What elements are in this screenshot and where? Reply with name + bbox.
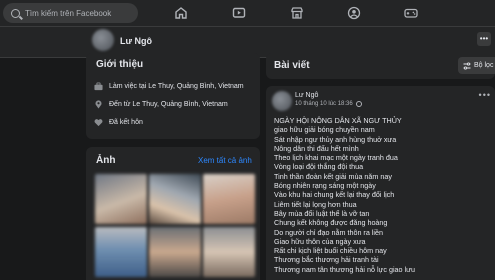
post-line: Thương nam tân thương hải nỗ lực giao lư… bbox=[274, 264, 415, 274]
photo-thumbnail[interactable] bbox=[95, 227, 147, 277]
post-line: Vào khu hai chung kết lại thay đổi lịch bbox=[274, 190, 395, 200]
posts-header-card: Bài viết Bộ lọc bbox=[266, 53, 495, 79]
post-author-avatar[interactable] bbox=[272, 91, 292, 111]
post-text: NGÀY HỘI NÔNG DÂN XÃ NGƯ THỦY giao hữu g… bbox=[274, 116, 489, 274]
intro-item-text: Đã kết hôn bbox=[109, 119, 143, 126]
briefcase-icon bbox=[94, 82, 103, 91]
post-line: Nông dân thi đấu hết mình bbox=[274, 143, 359, 153]
post-date-text: 10 tháng 10 lúc 18:36 bbox=[295, 101, 353, 107]
groups-icon[interactable] bbox=[346, 5, 362, 21]
search-icon bbox=[11, 8, 20, 18]
post-card: Lư Ngô 10 tháng 10 lúc 18:36 ••• NGÀY HỘ… bbox=[266, 86, 495, 280]
filter-icon bbox=[463, 61, 471, 70]
more-options-button[interactable]: ••• bbox=[477, 32, 491, 46]
photo-thumbnail[interactable] bbox=[95, 174, 147, 224]
post-more-options[interactable]: ••• bbox=[479, 90, 491, 100]
location-icon bbox=[95, 100, 102, 109]
filter-button[interactable]: Bộ lọc bbox=[458, 57, 495, 74]
post-line: giao hữu giải bóng chuyền nam bbox=[274, 125, 375, 135]
photos-title: Ảnh bbox=[96, 155, 116, 166]
globe-icon bbox=[355, 101, 362, 107]
intro-item-text: Đến từ Le Thuy, Quảng Bình, Vietnam bbox=[109, 101, 228, 108]
photo-thumbnail[interactable] bbox=[149, 227, 201, 277]
profile-avatar[interactable] bbox=[92, 29, 114, 51]
post-line: Giao hữu thôn của ngày xưa bbox=[274, 236, 366, 246]
heart-icon bbox=[94, 119, 103, 127]
posts-title: Bài viết bbox=[274, 60, 310, 71]
post-line: Liêm tiết lại lọng hơn thua bbox=[274, 199, 357, 209]
filter-label: Bộ lọc bbox=[474, 62, 494, 69]
intro-item-relationship: Đã kết hôn bbox=[94, 118, 143, 127]
post-line: Tinh thần đoàn kết giải mùa năm nay bbox=[274, 171, 393, 181]
intro-item-hometown: Đến từ Le Thuy, Quảng Bình, Vietnam bbox=[94, 100, 228, 109]
photo-thumbnail[interactable] bbox=[203, 227, 255, 277]
post-line: Theo lịch khai mạc một ngày tranh đua bbox=[274, 153, 398, 163]
post-line: Thương bắc thương hải tranh tài bbox=[274, 255, 379, 265]
post-line: Do người chỉ đạo nằm thôn ra liền bbox=[274, 227, 384, 237]
post-timestamp[interactable]: 10 tháng 10 lúc 18:36 bbox=[295, 101, 362, 107]
intro-item-work: Làm việc tại Le Thuy, Quảng Bình, Vietna… bbox=[94, 82, 244, 91]
intro-item-text: Làm việc tại Le Thuy, Quảng Bình, Vietna… bbox=[109, 83, 244, 90]
marketplace-icon[interactable] bbox=[289, 5, 305, 21]
home-icon[interactable] bbox=[173, 5, 189, 21]
post-line: Bây mùa đổi luật thể là vỡ tan bbox=[274, 208, 370, 218]
post-line: Bóng nhiên rạng sáng một ngày bbox=[274, 181, 376, 191]
intro-title: Giới thiệu bbox=[96, 59, 144, 70]
see-all-photos-link[interactable]: Xem tất cả ảnh bbox=[198, 156, 252, 165]
watch-icon[interactable] bbox=[231, 5, 247, 21]
post-author-name[interactable]: Lư Ngô bbox=[295, 92, 318, 99]
photos-card: Ảnh Xem tất cả ảnh bbox=[86, 147, 260, 280]
gaming-icon[interactable] bbox=[403, 5, 419, 21]
intro-card: Giới thiệu Làm việc tại Le Thuy, Quảng B… bbox=[86, 53, 260, 139]
post-line: NGÀY HỘI NÔNG DÂN XÃ NGƯ THỦY bbox=[274, 116, 402, 125]
post-line: Vòng loại đội thắng đội thua bbox=[274, 162, 364, 172]
profile-name[interactable]: Lư Ngô bbox=[120, 36, 152, 46]
top-navigation-bar bbox=[0, 0, 495, 27]
post-line: Rất chi kịch liệt buổi chiều hôm nay bbox=[274, 246, 387, 256]
search-box[interactable] bbox=[3, 3, 138, 23]
post-line: Sát nhập ngư thủy anh hùng thuở xưa bbox=[274, 134, 397, 144]
search-input[interactable] bbox=[25, 8, 135, 18]
photo-thumbnail[interactable] bbox=[149, 174, 201, 224]
photo-thumbnail[interactable] bbox=[203, 174, 255, 224]
post-line: Chung kết không được đăng hoàng bbox=[274, 218, 388, 228]
